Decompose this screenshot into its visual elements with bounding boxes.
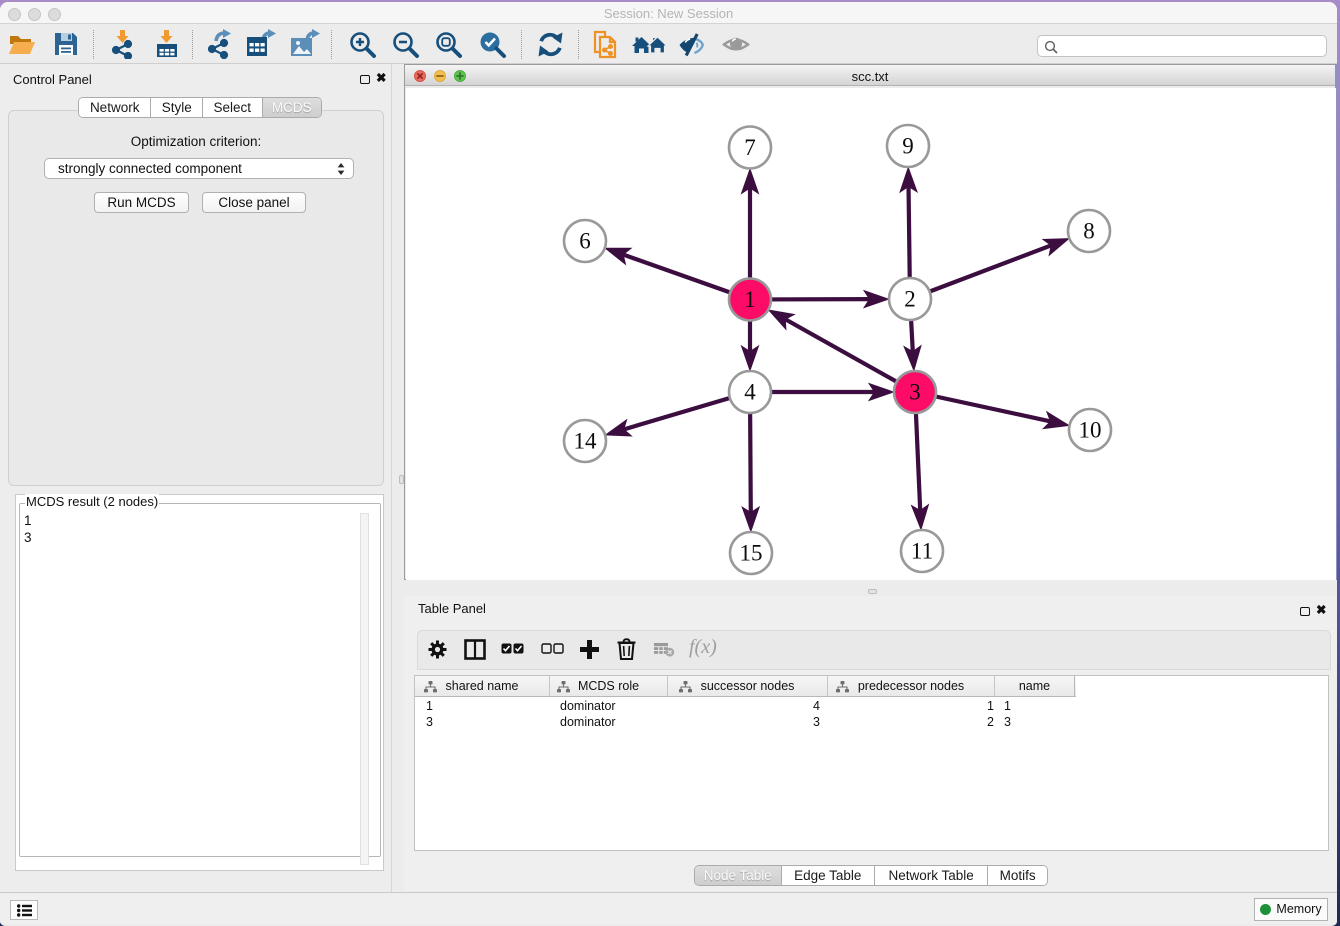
svg-text:6: 6 bbox=[579, 229, 591, 254]
svg-text:8: 8 bbox=[1083, 219, 1095, 244]
svg-text:2: 2 bbox=[904, 287, 916, 312]
svg-text:7: 7 bbox=[744, 135, 756, 160]
svg-text:9: 9 bbox=[902, 134, 914, 159]
svg-text:3: 3 bbox=[909, 380, 921, 405]
svg-text:4: 4 bbox=[744, 380, 756, 405]
svg-text:1: 1 bbox=[744, 287, 756, 312]
svg-text:10: 10 bbox=[1079, 418, 1102, 443]
svg-text:11: 11 bbox=[911, 539, 933, 564]
svg-text:14: 14 bbox=[574, 429, 598, 454]
svg-text:15: 15 bbox=[740, 541, 763, 566]
